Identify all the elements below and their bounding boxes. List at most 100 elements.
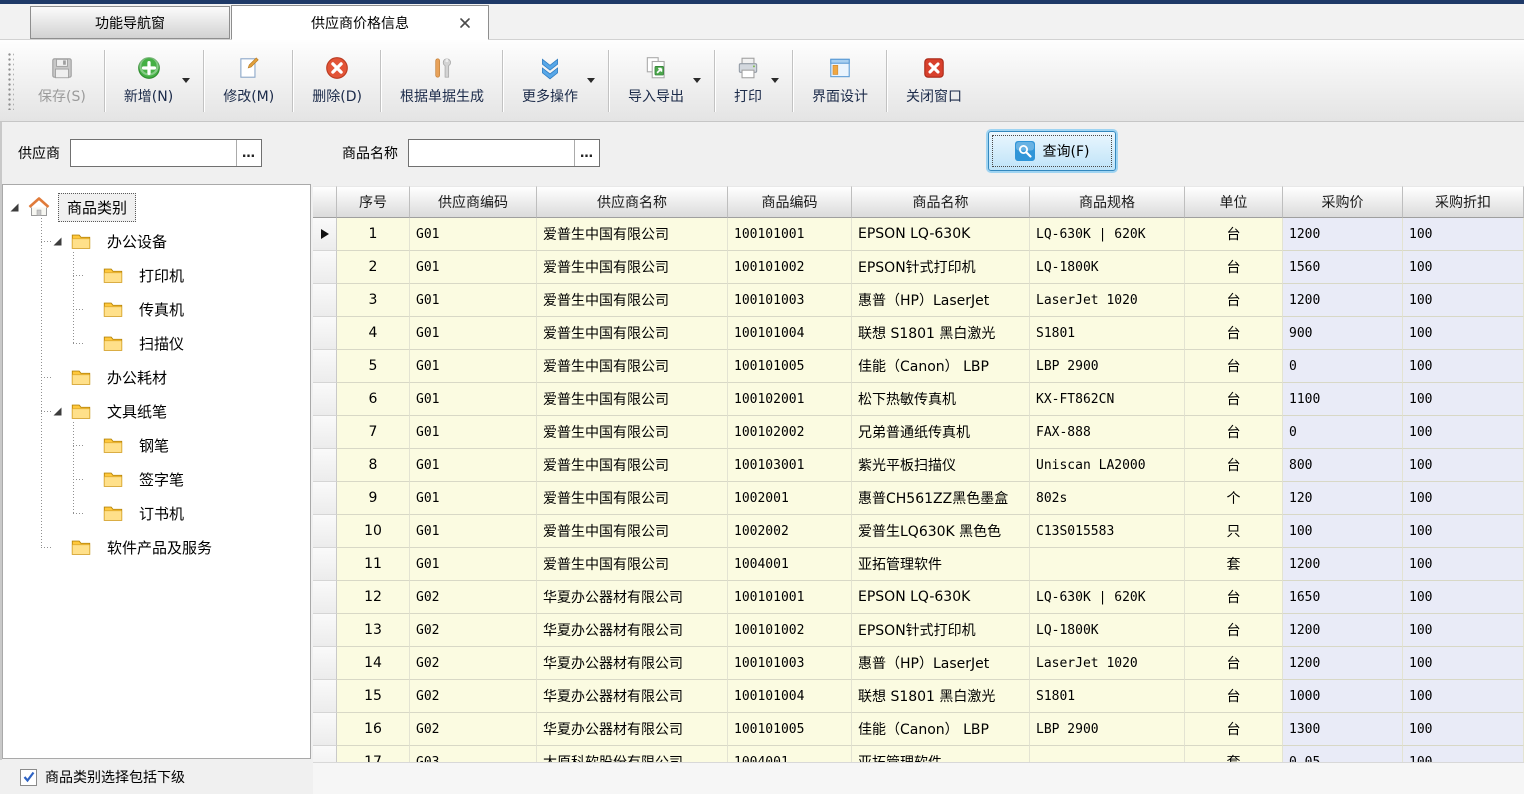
more-actions-button[interactable]: 更多操作 — [507, 45, 593, 117]
cell-product-code[interactable]: 100101004 — [728, 680, 852, 713]
cell-unit[interactable]: 台 — [1185, 680, 1283, 713]
cell-supplier-code[interactable]: G02 — [410, 647, 537, 680]
row-selector-cell[interactable] — [313, 713, 337, 746]
cell-supplier-code[interactable]: G03 — [410, 746, 537, 762]
search-button[interactable]: 查询(F) — [988, 131, 1116, 171]
cell-supplier-code[interactable]: G01 — [410, 383, 537, 416]
tree-node-fax-machines[interactable]: 传真机 — [73, 292, 310, 326]
cell-product-code[interactable]: 100101003 — [728, 647, 852, 680]
table-row[interactable]: 6G01爱普生中国有限公司100102001松下热敏传真机KX-FT862CN台… — [313, 383, 1524, 416]
cell-product-code[interactable]: 100101001 — [728, 218, 852, 251]
row-selector-cell[interactable] — [313, 581, 337, 614]
cell-product-spec[interactable] — [1030, 746, 1185, 762]
cell-product-spec[interactable]: LQ-1800K — [1030, 614, 1185, 647]
table-row[interactable]: 11G01爱普生中国有限公司1004001亚拓管理软件套1200100 — [313, 548, 1524, 581]
cell-supplier-name[interactable]: 华夏办公器材有限公司 — [537, 614, 728, 647]
row-selector-cell[interactable] — [313, 515, 337, 548]
row-selector-cell[interactable] — [313, 284, 337, 317]
cell-supplier-name[interactable]: 爱普生中国有限公司 — [537, 218, 728, 251]
cell-unit[interactable]: 台 — [1185, 284, 1283, 317]
cell-purchase-discount[interactable]: 100 — [1403, 284, 1524, 317]
cell-product-spec[interactable]: LQ-1800K — [1030, 251, 1185, 284]
include-subcategory-checkbox[interactable] — [20, 769, 37, 786]
cell-unit[interactable]: 台 — [1185, 350, 1283, 383]
table-row[interactable]: 10G01爱普生中国有限公司1002002爱普生LQ630K 黑色色C13S01… — [313, 515, 1524, 548]
cell-product-code[interactable]: 100101003 — [728, 284, 852, 317]
cell-product-name[interactable]: 松下热敏传真机 — [852, 383, 1030, 416]
cell-product-spec[interactable]: S1801 — [1030, 317, 1185, 350]
cell-product-spec[interactable]: LaserJet 1020 — [1030, 647, 1185, 680]
column-header-supplier-name[interactable]: 供应商名称 — [537, 186, 728, 218]
tree-node-label[interactable]: 打印机 — [131, 262, 192, 289]
cell-supplier-name[interactable]: 爱普生中国有限公司 — [537, 416, 728, 449]
row-selector-cell[interactable] — [313, 614, 337, 647]
row-selector-cell[interactable] — [313, 680, 337, 713]
ui-design-button[interactable]: 界面设计 — [797, 45, 883, 117]
table-row[interactable]: 8G01爱普生中国有限公司100103001紫光平板扫描仪Uniscan LA2… — [313, 449, 1524, 482]
row-selector-cell[interactable] — [313, 251, 337, 284]
dropdown-arrow-icon[interactable] — [182, 78, 190, 87]
cell-supplier-code[interactable]: G02 — [410, 614, 537, 647]
column-header-product-code[interactable]: 商品编码 — [728, 186, 852, 218]
table-row[interactable]: 17G03太原科软股份有限公司1004001亚拓管理软件套0.05100 — [313, 746, 1524, 762]
cell-supplier-code[interactable]: G02 — [410, 680, 537, 713]
cell-purchase-discount[interactable]: 100 — [1403, 416, 1524, 449]
tab-function-navigation[interactable]: 功能导航窗 — [30, 6, 230, 39]
row-selector-cell[interactable] — [313, 449, 337, 482]
tree-node-scanners[interactable]: 扫描仪 — [73, 326, 310, 360]
cell-seq[interactable]: 1 — [337, 218, 410, 251]
cell-purchase-discount[interactable]: 100 — [1403, 548, 1524, 581]
cell-product-name[interactable]: EPSON LQ-630K — [852, 581, 1030, 614]
cell-unit[interactable]: 台 — [1185, 251, 1283, 284]
row-selector-cell[interactable] — [313, 317, 337, 350]
row-selector-cell[interactable] — [313, 548, 337, 581]
cell-seq[interactable]: 3 — [337, 284, 410, 317]
cell-product-code[interactable]: 100101005 — [728, 350, 852, 383]
cell-supplier-name[interactable]: 爱普生中国有限公司 — [537, 515, 728, 548]
cell-seq[interactable]: 12 — [337, 581, 410, 614]
edit-button[interactable]: 修改(M) — [208, 45, 289, 117]
cell-product-name[interactable]: EPSON针式打印机 — [852, 614, 1030, 647]
table-row[interactable]: 5G01爱普生中国有限公司100101005佳能（Canon） LBPLBP 2… — [313, 350, 1524, 383]
tree-node-printers[interactable]: 打印机 — [73, 258, 310, 292]
cell-product-spec[interactable]: 802s — [1030, 482, 1185, 515]
cell-supplier-code[interactable]: G01 — [410, 482, 537, 515]
table-row[interactable]: 13G02华夏办公器材有限公司100101002EPSON针式打印机LQ-180… — [313, 614, 1524, 647]
supplier-input[interactable] — [71, 140, 236, 166]
cell-unit[interactable]: 台 — [1185, 416, 1283, 449]
cell-seq[interactable]: 7 — [337, 416, 410, 449]
column-header-purchase-price[interactable]: 采购价 — [1283, 186, 1403, 218]
cell-product-code[interactable]: 1004001 — [728, 746, 852, 762]
cell-purchase-price[interactable]: 120 — [1283, 482, 1403, 515]
tree-node-label[interactable]: 软件产品及服务 — [99, 534, 220, 561]
table-row[interactable]: 7G01爱普生中国有限公司100102002兄弟普通纸传真机FAX-888台01… — [313, 416, 1524, 449]
delete-button[interactable]: 删除(D) — [297, 45, 377, 117]
save-button[interactable]: 保存(S) — [23, 45, 101, 117]
cell-unit[interactable]: 只 — [1185, 515, 1283, 548]
cell-product-name[interactable]: 联想 S1801 黑白激光 — [852, 317, 1030, 350]
cell-product-name[interactable]: 联想 S1801 黑白激光 — [852, 680, 1030, 713]
import-export-button[interactable]: 导入导出 — [613, 45, 699, 117]
cell-purchase-discount[interactable]: 100 — [1403, 746, 1524, 762]
row-selector-cell[interactable] — [313, 350, 337, 383]
cell-supplier-code[interactable]: G01 — [410, 317, 537, 350]
cell-supplier-name[interactable]: 华夏办公器材有限公司 — [537, 680, 728, 713]
cell-product-name[interactable]: 紫光平板扫描仪 — [852, 449, 1030, 482]
cell-product-name[interactable]: 亚拓管理软件 — [852, 548, 1030, 581]
cell-purchase-price[interactable]: 1200 — [1283, 218, 1403, 251]
supplier-browse-button[interactable]: … — [236, 140, 261, 166]
cell-product-code[interactable]: 100102002 — [728, 416, 852, 449]
cell-supplier-name[interactable]: 爱普生中国有限公司 — [537, 317, 728, 350]
cell-supplier-name[interactable]: 太原科软股份有限公司 — [537, 746, 728, 762]
cell-product-spec[interactable]: S1801 — [1030, 680, 1185, 713]
cell-purchase-price[interactable]: 100 — [1283, 515, 1403, 548]
cell-supplier-code[interactable]: G01 — [410, 548, 537, 581]
cell-product-spec[interactable]: C13S015583 — [1030, 515, 1185, 548]
cell-purchase-discount[interactable]: 100 — [1403, 383, 1524, 416]
cell-product-spec[interactable]: FAX-888 — [1030, 416, 1185, 449]
cell-unit[interactable]: 台 — [1185, 614, 1283, 647]
table-row[interactable]: 2G01爱普生中国有限公司100101002EPSON针式打印机LQ-1800K… — [313, 251, 1524, 284]
cell-purchase-discount[interactable]: 100 — [1403, 449, 1524, 482]
cell-supplier-code[interactable]: G01 — [410, 284, 537, 317]
cell-product-code[interactable]: 100101004 — [728, 317, 852, 350]
